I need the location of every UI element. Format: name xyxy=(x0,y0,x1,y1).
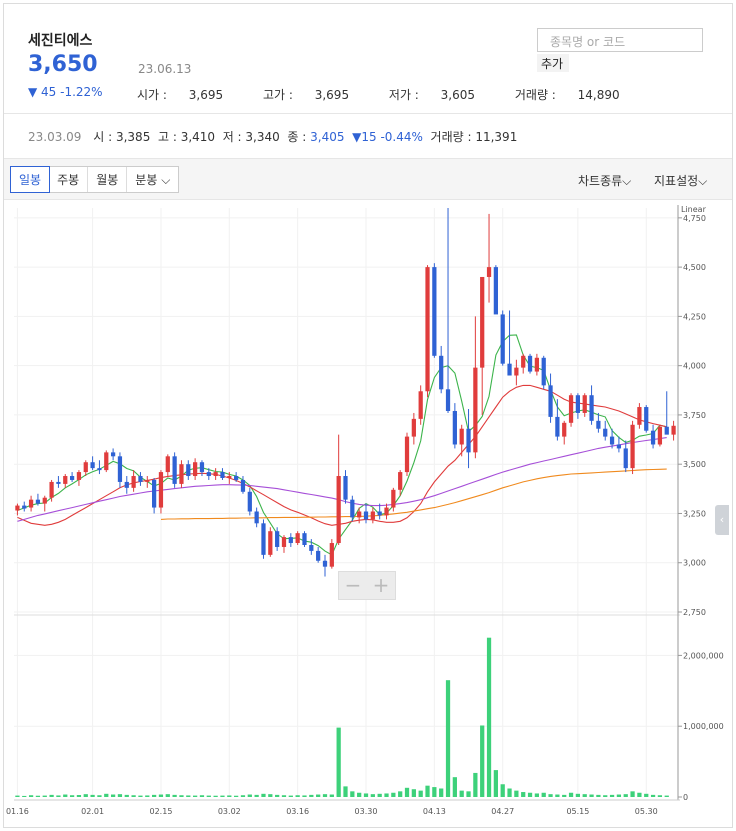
current-price: 3,650 xyxy=(28,52,98,77)
zoom-control: − + xyxy=(338,571,396,600)
low-label: 저가 : xyxy=(388,88,423,102)
open-stat: 시가 : 3,695 xyxy=(137,88,241,102)
open-value: 3,695 xyxy=(188,88,224,102)
chart-type-dropdown[interactable]: 차트종류⌵ xyxy=(578,172,631,189)
chart-type-label: 차트종류 xyxy=(578,174,623,188)
high-value: 3,695 xyxy=(314,88,350,102)
hover-volume: 거래량 : 11,391 xyxy=(430,130,518,144)
divider xyxy=(4,113,732,114)
tab-weekly[interactable]: 주봉 xyxy=(49,167,89,192)
quote-date: 23.06.13 xyxy=(138,62,192,76)
chart-widget xyxy=(3,3,733,828)
zoom-in-button[interactable]: + xyxy=(367,572,395,599)
volume-stat: 거래량 : 14,890 xyxy=(515,88,638,102)
high-stat: 고가 : 3,695 xyxy=(263,88,367,102)
day-stats: 시가 : 3,695 고가 : 3,695 저가 : 3,605 거래량 : 1… xyxy=(137,86,656,103)
indicator-settings-dropdown[interactable]: 지표설정⌵ xyxy=(654,172,707,189)
period-tabs: 일봉 주봉 월봉 분봉 ⌵ xyxy=(10,166,180,193)
hover-low: 저 : 3,340 xyxy=(222,130,280,144)
high-label: 고가 : xyxy=(262,88,297,102)
tab-minute[interactable]: 분봉 ⌵ xyxy=(127,167,178,192)
chevron-down-icon: ⌵ xyxy=(698,174,708,188)
zoom-out-button[interactable]: − xyxy=(339,572,367,599)
chevron-left-icon: ‹ xyxy=(719,513,725,526)
hover-date: 23.03.09 xyxy=(28,130,82,144)
tab-monthly[interactable]: 월봉 xyxy=(88,167,128,192)
hover-close-label: 종 : xyxy=(287,130,311,144)
tab-minute-label: 분봉 xyxy=(135,173,158,187)
stock-name: 세진티에스 xyxy=(28,33,93,49)
price-change: ▼ 45 -1.22% xyxy=(28,85,103,99)
low-stat: 저가 : 3,605 xyxy=(389,88,493,102)
volume-value: 14,890 xyxy=(577,88,620,102)
add-button[interactable]: 추가 xyxy=(537,54,569,72)
indicator-label: 지표설정 xyxy=(654,174,699,188)
hover-high: 고 : 3,410 xyxy=(157,130,216,144)
hover-open: 시 : 3,385 xyxy=(93,130,151,144)
chart-toolbar: 일봉 주봉 월봉 분봉 ⌵ 차트종류⌵ 지표설정⌵ xyxy=(4,158,732,200)
hover-close: 3,405 xyxy=(310,130,345,144)
volume-label: 거래량 : xyxy=(514,88,560,102)
tab-daily[interactable]: 일봉 xyxy=(10,166,51,193)
low-value: 3,605 xyxy=(440,88,476,102)
hover-candle-info: 23.03.09 시 : 3,385 고 : 3,410 저 : 3,340 종… xyxy=(28,128,517,145)
chevron-down-icon: ⌵ xyxy=(157,173,171,187)
hover-change: ▼15 -0.44% xyxy=(352,130,423,144)
open-label: 시가 : xyxy=(137,88,171,102)
chevron-down-icon: ⌵ xyxy=(622,174,632,188)
stock-search-input[interactable]: 종목명 or 코드 xyxy=(537,28,703,52)
side-panel-toggle[interactable]: ‹ xyxy=(715,505,729,535)
